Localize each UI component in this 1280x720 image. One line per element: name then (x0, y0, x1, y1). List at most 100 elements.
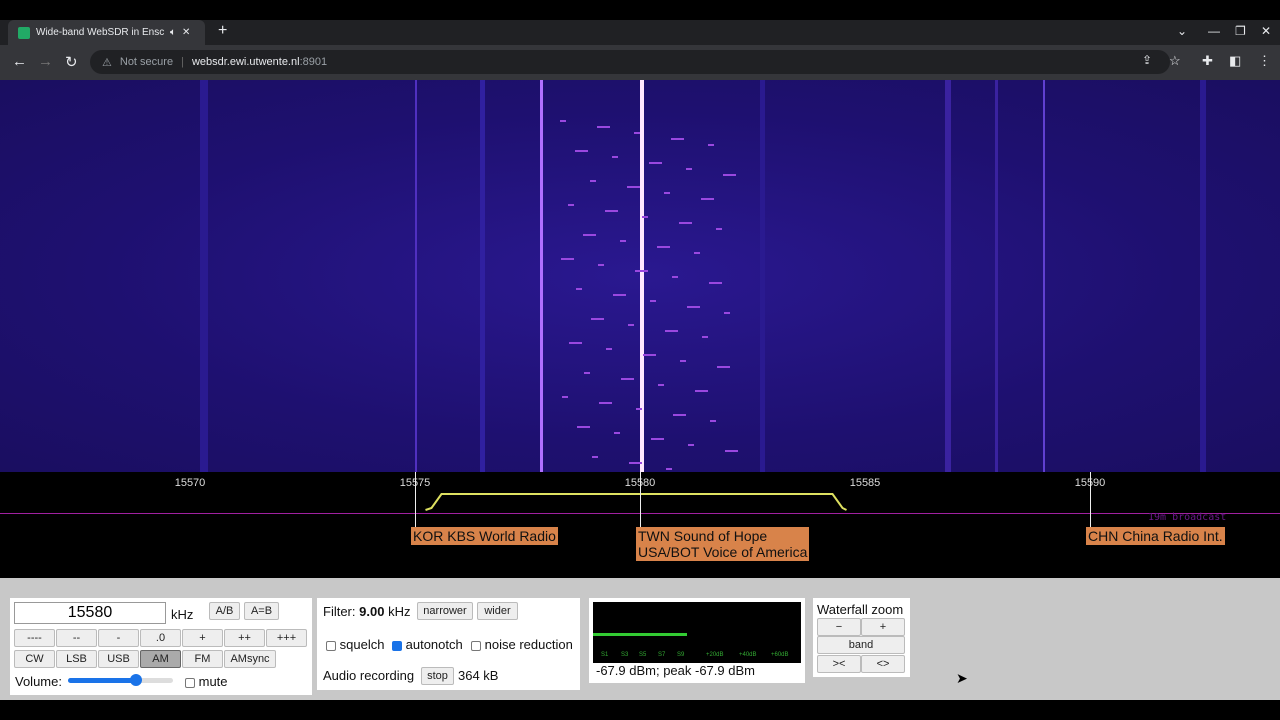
mode-button-usb[interactable]: USB (98, 650, 139, 668)
reload-icon[interactable]: ↻ (65, 53, 78, 71)
mode-button-cw[interactable]: CW (14, 650, 55, 668)
frequency-input[interactable]: 15580 (14, 602, 166, 624)
step-button[interactable]: + (182, 629, 223, 647)
signal-trace (200, 80, 208, 472)
volume-knob[interactable] (130, 674, 142, 686)
step-button[interactable]: - (98, 629, 139, 647)
smeter-tick: +20dB (706, 652, 724, 658)
close-tab-icon[interactable]: ✕ (182, 27, 190, 38)
signal-blip (664, 192, 670, 194)
signal-meter: S1 S3 S5 S7 S9 +20dB +40dB +60dB (593, 602, 801, 663)
signal-blip (688, 444, 694, 446)
signal-blip (649, 162, 662, 164)
volume-slider[interactable] (68, 674, 173, 686)
signal-blip (642, 216, 648, 218)
zoom-title: Waterfall zoom (817, 602, 904, 617)
signal-blip (716, 228, 722, 230)
tab-strip: Wide-band WebSDR in Enschede 🔈︎ ✕ + ⌄ — … (0, 20, 1280, 45)
mode-buttons: CW LSB USB AM FM AMsync (14, 650, 276, 668)
sidepanel-icon[interactable]: ◧ (1229, 53, 1241, 69)
signal-blip (621, 378, 634, 380)
url-input[interactable]: ⚠ Not secure | websdr.ewi.utwente.nl:890… (90, 50, 1170, 74)
signal-blip (710, 420, 716, 422)
mute-label: mute (198, 674, 228, 689)
signal-bar (593, 633, 687, 636)
passband-shape[interactable] (425, 493, 847, 511)
signal-blip (629, 462, 642, 464)
step-button[interactable]: +++ (266, 629, 307, 647)
restore-icon[interactable]: ❐ (1235, 24, 1246, 38)
signal-blip (577, 426, 590, 428)
station-label[interactable]: CHN China Radio Int. (1086, 527, 1225, 545)
vfo-equal-button[interactable]: A=B (244, 602, 279, 620)
squelch-checkbox[interactable] (326, 640, 336, 651)
signal-blip (584, 372, 590, 374)
filter-label: Filter: (323, 604, 356, 619)
close-window-icon[interactable]: ✕ (1261, 24, 1271, 38)
tab-search-icon[interactable]: ⌄ (1177, 24, 1187, 38)
wider-button[interactable]: wider (477, 602, 518, 620)
mode-button-lsb[interactable]: LSB (56, 650, 97, 668)
frequency-unit: kHz (171, 607, 194, 622)
signal-blip (560, 120, 566, 122)
websdr-favicon-icon (18, 26, 30, 39)
tab-websdr[interactable]: Wide-band WebSDR in Enschede 🔈︎ ✕ (8, 20, 205, 45)
station-label[interactable]: KOR KBS World Radio (411, 527, 558, 545)
signal-blip (614, 432, 620, 434)
share-icon[interactable]: ⇪ (1142, 53, 1152, 67)
signal-blip (672, 276, 678, 278)
signal-blip (671, 138, 684, 140)
signal-trace (945, 80, 951, 472)
mute-checkbox[interactable] (185, 677, 195, 688)
signal-blip (687, 306, 700, 308)
mouse-cursor-icon: ➤ (956, 670, 968, 686)
zoom-band-button[interactable]: band (817, 636, 905, 654)
zoom-out-button[interactable]: − (817, 618, 861, 636)
noise-reduction-label: noise reduction (484, 637, 573, 652)
signal-blip (591, 318, 604, 320)
extensions-icon[interactable]: ✚ (1202, 53, 1213, 69)
back-icon[interactable]: ← (12, 53, 27, 70)
new-tab-button[interactable]: + (218, 22, 227, 40)
signal-blip (592, 456, 598, 458)
speaker-icon[interactable]: 🔈︎ (170, 27, 176, 38)
signal-trace (540, 80, 543, 472)
bookmark-star-icon[interactable]: ☆ (1169, 53, 1181, 69)
noise-reduction-checkbox[interactable] (471, 640, 481, 651)
step-button[interactable]: -- (56, 629, 97, 647)
mode-button-amsync[interactable]: AMsync (224, 650, 276, 668)
signal-blip (694, 252, 700, 254)
control-area: 15580 kHz A/B A=B ---- -- - .0 + ++ +++ CW LSB U… (0, 578, 1280, 700)
tab-title: Wide-band WebSDR in Enschede (36, 27, 164, 38)
signal-blip (702, 336, 708, 338)
autonotch-checkbox[interactable] (392, 640, 402, 651)
mode-button-am[interactable]: AM (140, 650, 181, 668)
forward-icon[interactable]: → (38, 53, 53, 70)
step-button[interactable]: ++ (224, 629, 265, 647)
signal-blip (561, 258, 574, 260)
signal-reading: -67.9 dBm; peak -67.9 dBm (596, 663, 755, 678)
tuning-panel: 15580 kHz A/B A=B ---- -- - .0 + ++ +++ CW LSB U… (10, 598, 312, 695)
station-marker (1090, 472, 1091, 527)
station-label[interactable]: TWN Sound of Hope USA/BOT Voice of Ameri… (636, 527, 810, 561)
signal-blip (717, 366, 730, 368)
step-button[interactable]: .0 (140, 629, 181, 647)
step-button[interactable]: ---- (14, 629, 55, 647)
signal-blip (643, 354, 656, 356)
signal-blip (636, 408, 642, 410)
narrower-button[interactable]: narrower (417, 602, 473, 620)
signal-blip (708, 144, 714, 146)
signal-blip (666, 468, 672, 470)
frequency-scale[interactable]: 19m broadcast 1557015575155801558515590K… (0, 472, 1280, 578)
waterfall-display[interactable] (0, 80, 1280, 472)
vfo-swap-button[interactable]: A/B (209, 602, 240, 620)
menu-icon[interactable]: ⋮ (1258, 53, 1271, 69)
stop-recording-button[interactable]: stop (421, 667, 454, 685)
mode-button-fm[interactable]: FM (182, 650, 223, 668)
zoom-wide-button[interactable]: <> (861, 655, 905, 673)
signal-blip (679, 222, 692, 224)
warning-icon: ⚠ (102, 56, 112, 69)
zoom-in-button[interactable]: + (861, 618, 905, 636)
zoom-narrow-button[interactable]: >< (817, 655, 861, 673)
minimize-icon[interactable]: — (1208, 24, 1220, 38)
